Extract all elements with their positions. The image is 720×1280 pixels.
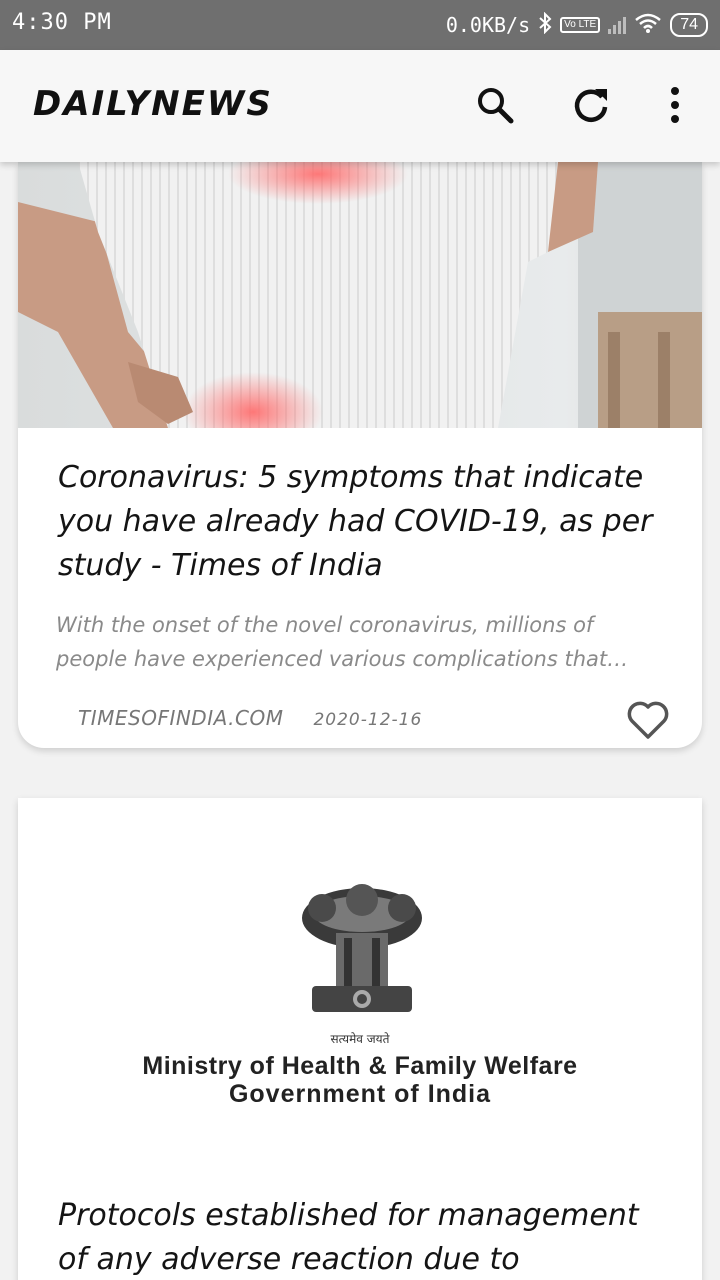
article-source: TIMESOFINDIA.COM <box>78 706 284 730</box>
news-feed[interactable]: Coronavirus: 5 symptoms that indicate yo… <box>0 162 720 1280</box>
search-icon <box>478 88 514 124</box>
battery-level: 74 <box>680 16 698 33</box>
more-vert-icon <box>671 87 679 123</box>
bluetooth-icon <box>538 11 552 38</box>
article-meta: TIMESOFINDIA.COM 2020-12-16 <box>78 706 422 730</box>
emblem-motto: सत्यमेव जयते <box>330 1032 390 1046</box>
article-image: सत्यमेव जयते Ministry of Health & Family… <box>18 798 702 1178</box>
network-speed: 0.0KB/s <box>445 13 531 37</box>
wifi-icon <box>634 12 662 38</box>
search-button[interactable] <box>472 82 518 128</box>
news-card[interactable]: Coronavirus: 5 symptoms that indicate yo… <box>18 162 702 748</box>
article-title[interactable]: Protocols established for management of … <box>58 1194 662 1280</box>
image-caption-ministry: Ministry of Health & Family Welfare <box>142 1052 578 1080</box>
article-title[interactable]: Coronavirus: 5 symptoms that indicate yo… <box>58 456 662 588</box>
article-date: 2020-12-16 <box>313 710 423 730</box>
image-caption-government: Government of India <box>228 1080 492 1108</box>
national-emblem-logo <box>302 884 422 1012</box>
signal-icon <box>608 16 627 34</box>
status-bar: 4:30 PM 0.0KB/s Vo LTE 74 <box>0 0 720 50</box>
news-card[interactable]: सत्यमेव जयते Ministry of Health & Family… <box>18 798 702 1280</box>
app-title: DAILYNEWS <box>33 84 273 124</box>
status-icons: 0.0KB/s Vo LTE 74 <box>446 10 708 40</box>
overflow-menu-button[interactable] <box>652 82 698 128</box>
refresh-icon <box>574 89 608 122</box>
volte-icon: Vo LTE <box>560 17 601 33</box>
favorite-button[interactable] <box>626 700 670 740</box>
article-description: With the onset of the novel coronavirus,… <box>56 613 629 671</box>
status-time: 4:30 PM <box>12 10 112 35</box>
battery-icon: 74 <box>670 13 708 37</box>
refresh-button[interactable] <box>568 82 614 128</box>
heart-outline-icon <box>627 701 669 739</box>
article-image <box>18 162 702 428</box>
app-bar: DAILYNEWS <box>0 50 720 162</box>
